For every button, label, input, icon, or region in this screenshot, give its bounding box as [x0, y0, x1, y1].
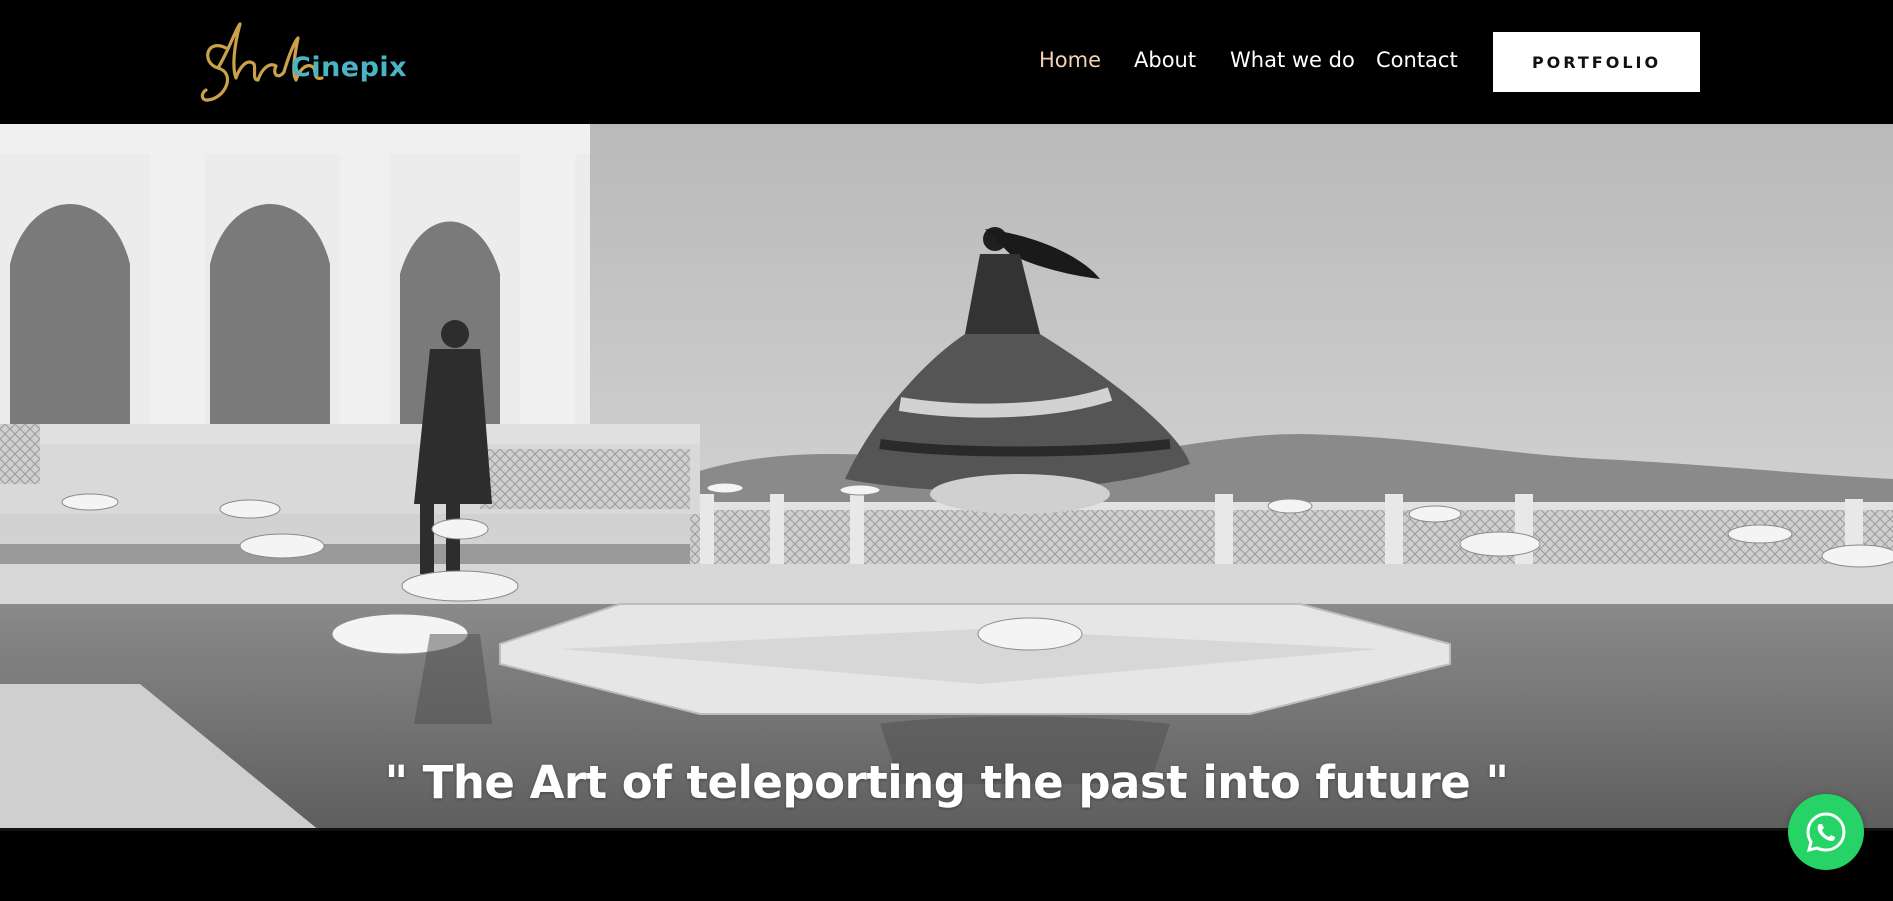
nav-contact[interactable]: Contact — [1376, 48, 1458, 72]
brand-name: Cinepix — [291, 52, 408, 83]
hero-image — [0, 124, 1893, 831]
site-header: Cinepix Home About What we do Contact PO… — [0, 0, 1893, 124]
brand-logo[interactable]: Cinepix — [196, 18, 407, 106]
nav-what-we-do[interactable]: What we do — [1230, 48, 1355, 72]
bottom-band — [0, 831, 1893, 901]
hero-banner: " The Art of teleporting the past into f… — [0, 124, 1893, 831]
portfolio-button[interactable]: PORTFOLIO — [1493, 32, 1700, 92]
nav-about[interactable]: About — [1134, 48, 1196, 72]
nav-home[interactable]: Home — [1039, 48, 1101, 72]
whatsapp-icon — [1806, 812, 1846, 853]
hero-tagline: " The Art of teleporting the past into f… — [384, 756, 1509, 809]
whatsapp-button[interactable] — [1788, 794, 1864, 870]
